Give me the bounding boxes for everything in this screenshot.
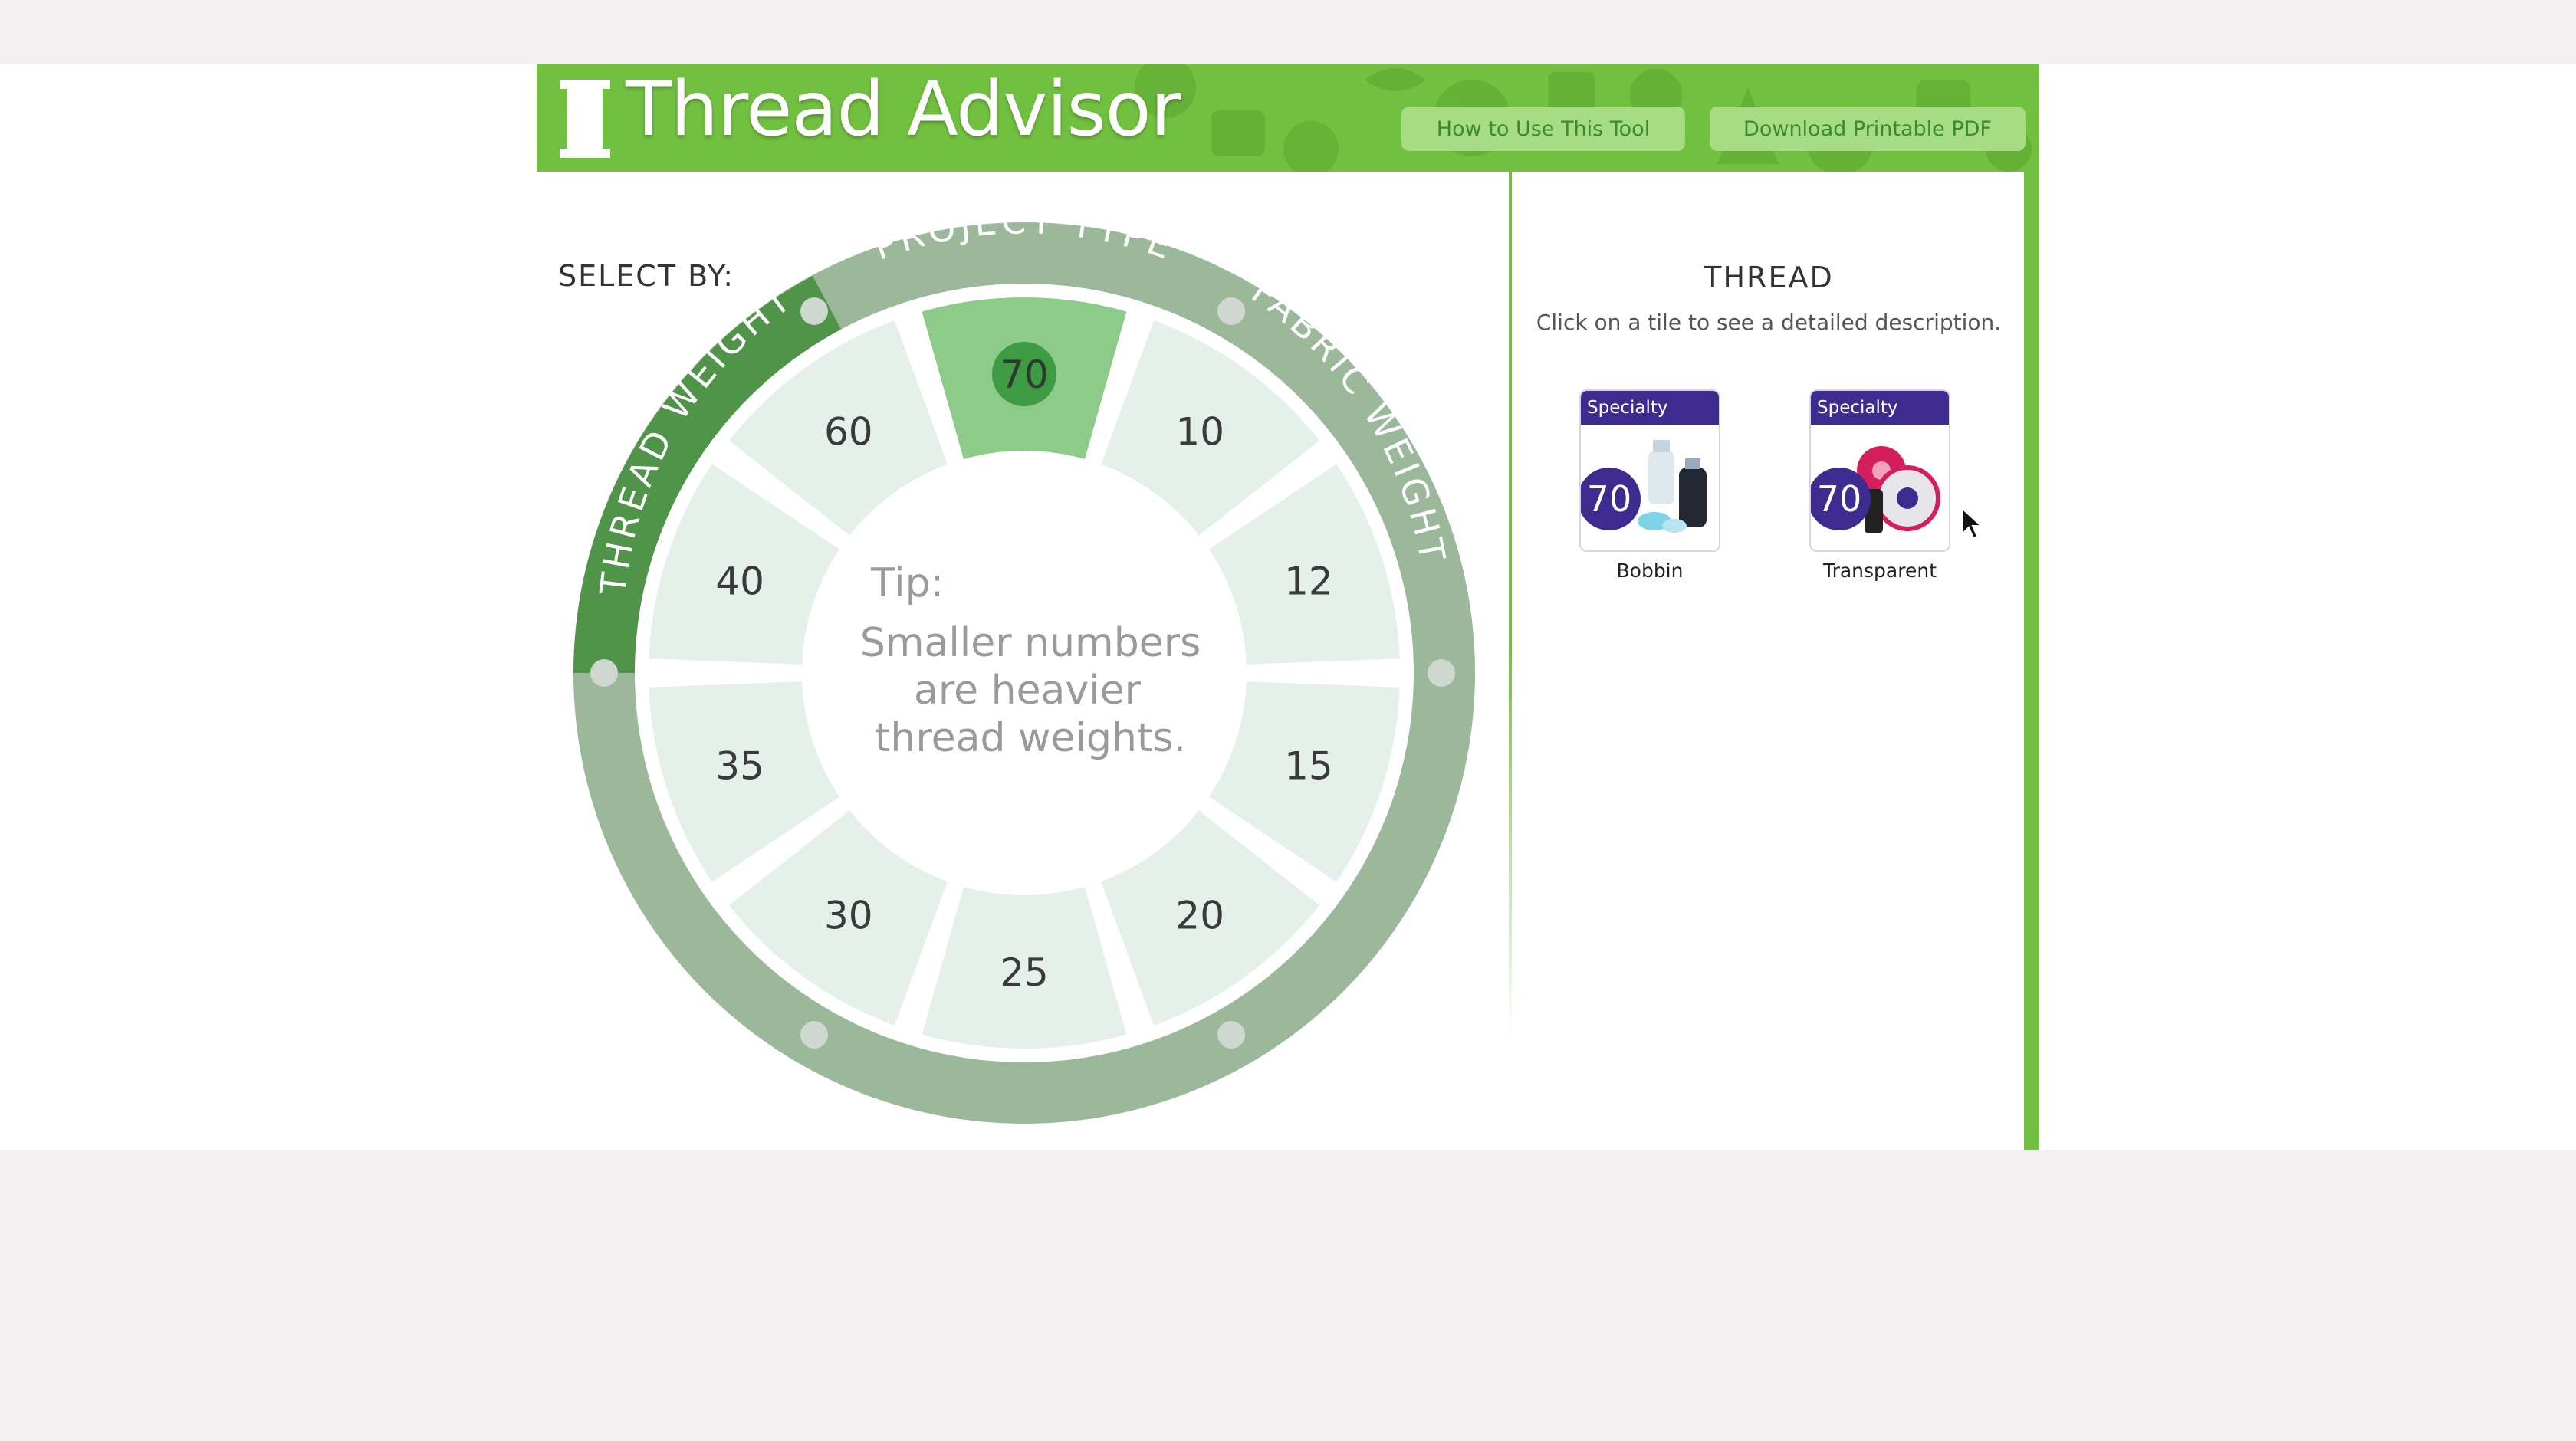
- tile-weight-badge: 70: [1581, 468, 1641, 530]
- selector-wheel: PROJECT TYPE THREAD TYPE FABRIC WEIGHT T…: [573, 200, 1475, 1124]
- thread-tile-bobbin[interactable]: 70 Specialty Bobbin: [1579, 325, 1720, 582]
- tip-line-1: Smaller numbers: [860, 620, 1201, 666]
- right-border-stripe: [2024, 172, 2039, 1150]
- mouse-cursor-icon: [1962, 507, 1983, 540]
- tile-card[interactable]: 70 Specialty: [1809, 389, 1950, 552]
- panel-divider: [1509, 172, 1512, 1038]
- tile-name[interactable]: Bobbin: [1579, 560, 1720, 582]
- tile-name[interactable]: Transparent: [1809, 560, 1950, 582]
- download-pdf-button[interactable]: Download Printable PDF: [1710, 107, 2026, 151]
- thread-tile-transparent[interactable]: 70 Specialty Transparent: [1809, 325, 1950, 582]
- weight-label-60[interactable]: 60: [824, 409, 873, 454]
- results-title: THREAD: [1704, 261, 1834, 294]
- weight-label-40[interactable]: 40: [715, 559, 764, 603]
- weight-label-30[interactable]: 30: [824, 894, 873, 938]
- tile-weight-badge: 70: [1811, 468, 1871, 530]
- weight-label-70[interactable]: 70: [1000, 353, 1049, 397]
- tip-label: Tip:: [870, 560, 944, 606]
- tile-category-tag: Specialty: [1581, 391, 1719, 425]
- tile-category-tag: Specialty: [1811, 391, 1949, 425]
- tip-line-2: are heavier: [914, 668, 1142, 714]
- tile-card[interactable]: 70 Specialty: [1579, 389, 1720, 552]
- weight-label-20[interactable]: 20: [1175, 894, 1224, 938]
- weight-label-25[interactable]: 25: [1000, 950, 1049, 995]
- weight-label-35[interactable]: 35: [715, 744, 764, 789]
- thread-advisor-app: Thread Advisor How to Use This Tool Down…: [537, 64, 2039, 1150]
- weight-label-10[interactable]: 10: [1175, 409, 1224, 454]
- weight-label-15[interactable]: 15: [1284, 744, 1333, 789]
- weight-label-12[interactable]: 12: [1284, 559, 1333, 603]
- tip-line-3: thread weights.: [875, 715, 1186, 761]
